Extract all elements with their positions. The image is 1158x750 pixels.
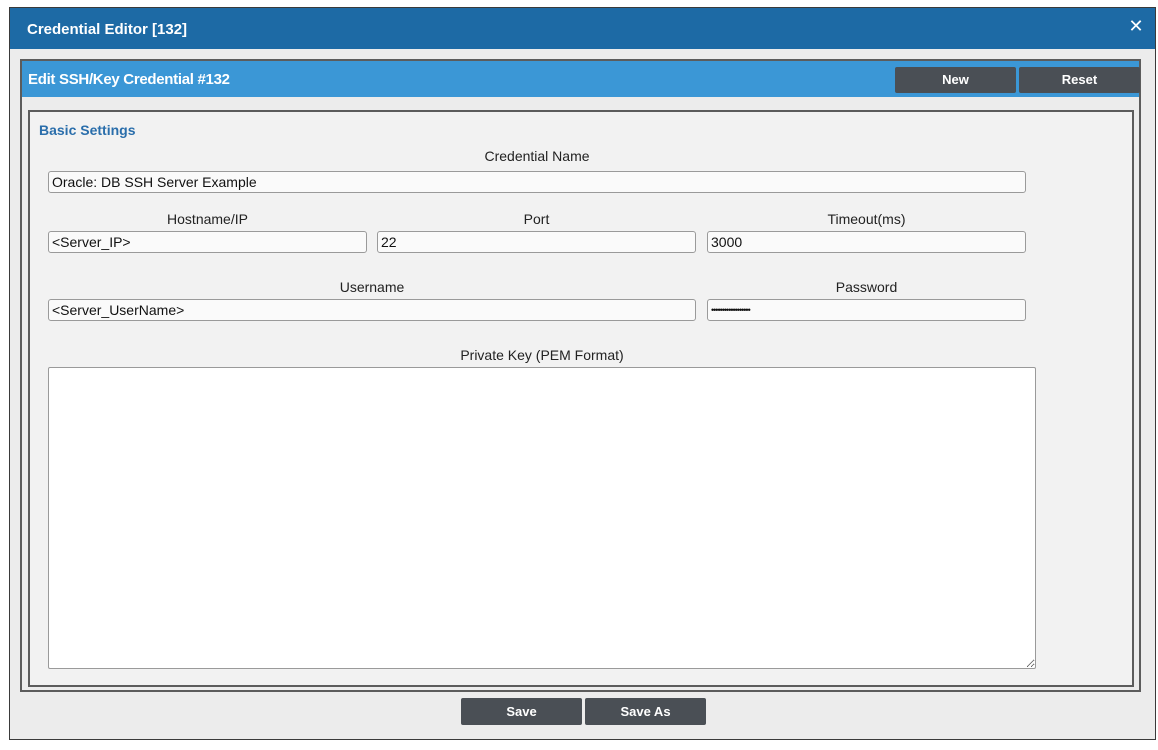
save-button[interactable]: Save: [461, 698, 582, 725]
timeout-field[interactable]: [707, 231, 1026, 253]
password-label: Password: [835, 279, 898, 295]
new-button[interactable]: New: [895, 67, 1016, 93]
panel-header: Edit SSH/Key Credential #132 New Reset: [22, 61, 1140, 97]
password-field[interactable]: [707, 299, 1026, 321]
window-title: Credential Editor [132]: [27, 21, 188, 38]
private-key-label: Private Key (PEM Format): [460, 347, 624, 363]
port-label: Port: [523, 211, 550, 227]
timeout-label: Timeout(ms): [827, 211, 906, 227]
credential-name-label: Credential Name: [484, 148, 590, 164]
hostname-field[interactable]: [48, 231, 367, 253]
window-titlebar: Credential Editor [132] ✕: [10, 8, 1155, 49]
close-icon[interactable]: ✕: [1127, 17, 1145, 35]
section-title: Basic Settings: [39, 122, 136, 138]
panel-title: Edit SSH/Key Credential #132: [28, 71, 230, 88]
credential-editor-window: Credential Editor [132] ✕ Edit SSH/Key C…: [9, 7, 1156, 740]
credential-panel: Edit SSH/Key Credential #132 New Reset B…: [20, 59, 1141, 692]
private-key-textarea[interactable]: [48, 367, 1036, 669]
credential-name-field[interactable]: [48, 171, 1026, 193]
basic-settings-section: Basic Settings Credential Name Hostname/…: [28, 110, 1134, 687]
save-as-button[interactable]: Save As: [585, 698, 706, 725]
port-field[interactable]: [377, 231, 696, 253]
username-label: Username: [339, 279, 405, 295]
hostname-label: Hostname/IP: [167, 211, 248, 227]
reset-button[interactable]: Reset: [1019, 67, 1140, 93]
username-field[interactable]: [48, 299, 696, 321]
